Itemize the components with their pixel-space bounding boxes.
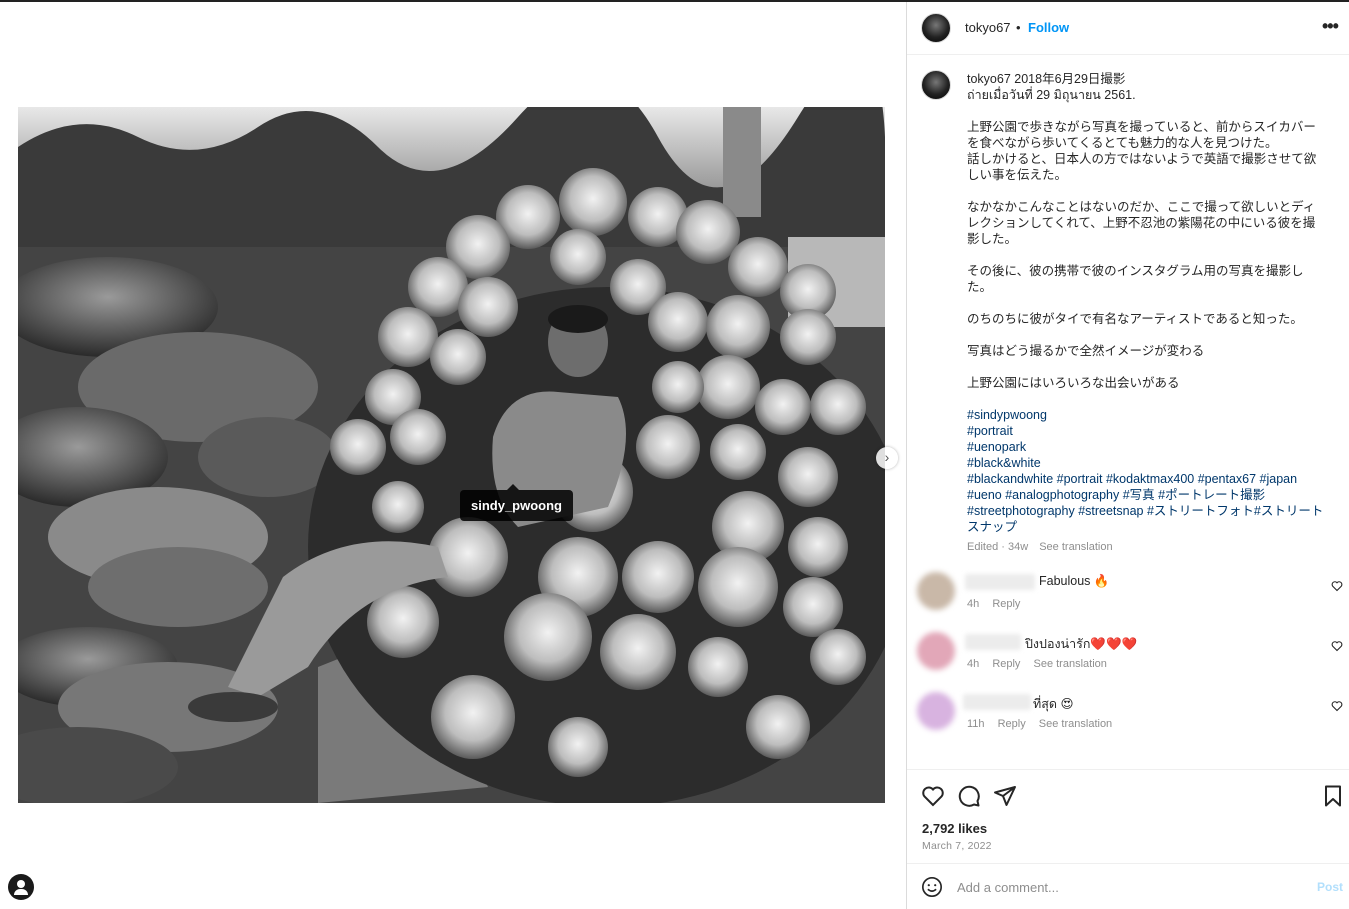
- user-tags-icon[interactable]: [8, 874, 34, 900]
- comment-see-translation[interactable]: See translation: [1034, 658, 1107, 670]
- caption-author-avatar[interactable]: [921, 70, 951, 100]
- post-photo[interactable]: sindy_pwoong: [18, 107, 885, 803]
- comment-text: ที่สุด 😍: [1033, 697, 1074, 711]
- comment-bubble-icon[interactable]: [957, 784, 981, 808]
- comment-meta: 11h Reply See translation: [967, 718, 1122, 730]
- comment-like-heart-icon[interactable]: [1331, 580, 1343, 592]
- caption: tokyo67 2018年6月29日撮影 ถ่ายเมื่อวันที่ 29 …: [967, 71, 1327, 555]
- comment-text: ปิงปองน่ารัก❤️❤️❤️: [1025, 637, 1138, 651]
- add-comment-input[interactable]: [957, 876, 1297, 898]
- comment-reply-button[interactable]: Reply: [992, 658, 1020, 670]
- comment-time: 4h: [967, 658, 980, 670]
- comment-time: 11h: [967, 718, 985, 730]
- caption-see-translation[interactable]: See translation: [1039, 541, 1112, 553]
- emoji-smile-icon[interactable]: [921, 876, 943, 898]
- commenter-username-blurred[interactable]: [965, 574, 1035, 590]
- comment-see-translation[interactable]: See translation: [1039, 718, 1112, 730]
- heart-icon[interactable]: [921, 784, 945, 808]
- caption-username[interactable]: tokyo67: [967, 72, 1011, 86]
- share-paper-plane-icon[interactable]: [993, 784, 1017, 808]
- comment-item: ปิงปองน่ารัก❤️❤️❤️ 4h Reply See translat…: [907, 628, 1349, 686]
- comment-item: ที่สุด 😍 11h Reply See translation: [907, 688, 1349, 746]
- post-date: March 7, 2022: [922, 840, 992, 852]
- media-pane: sindy_pwoong ›: [0, 2, 906, 909]
- caption-line: ถ่ายเมื่อวันที่ 29 มิถุนายน 2561.: [967, 88, 1136, 102]
- commenter-avatar[interactable]: [917, 572, 955, 610]
- comment-meta: 4h Reply See translation: [967, 658, 1117, 670]
- post-header: tokyo67 • Follow •••: [907, 2, 1349, 55]
- caption-hashtags[interactable]: #sindypwoong #portrait #uenopark #black&…: [967, 408, 1323, 534]
- caption-line: なかなかこんなことはないのだか、ここで撮って欲しいとディレクションしてくれて、上…: [967, 200, 1316, 246]
- caption-meta: Edited · 34w See translation: [967, 539, 1327, 555]
- more-options-icon[interactable]: •••: [1322, 16, 1339, 37]
- caption-line: 2018年6月29日撮影: [1014, 72, 1126, 86]
- header-separator: •: [1016, 20, 1021, 35]
- caption-edited-time: Edited · 34w: [967, 541, 1029, 553]
- commenter-username-blurred[interactable]: [965, 634, 1021, 650]
- post-actions: 2,792 likes March 7, 2022 Post: [907, 769, 1349, 909]
- comments-section: tokyo67 2018年6月29日撮影 ถ่ายเมื่อวันที่ 29 …: [907, 56, 1349, 767]
- post-comment-button[interactable]: Post: [1317, 880, 1343, 894]
- photo-user-tag[interactable]: sindy_pwoong: [460, 484, 573, 521]
- next-arrow-button[interactable]: ›: [876, 447, 898, 469]
- caption-text: tokyo67 2018年6月29日撮影 ถ่ายเมื่อวันที่ 29 …: [967, 71, 1327, 535]
- comment-meta: 4h Reply: [967, 598, 1030, 610]
- follow-button[interactable]: Follow: [1028, 20, 1069, 35]
- commenter-username-blurred[interactable]: [963, 694, 1031, 710]
- author-username[interactable]: tokyo67: [965, 20, 1011, 35]
- comment-time: 4h: [967, 598, 980, 610]
- comment-like-heart-icon[interactable]: [1331, 700, 1343, 712]
- comment-reply-button[interactable]: Reply: [998, 718, 1026, 730]
- comment-text: Fabulous 🔥: [1039, 574, 1110, 588]
- comment-item: Fabulous 🔥 4h Reply: [907, 568, 1349, 626]
- author-avatar[interactable]: [921, 13, 951, 43]
- caption-line: 話しかけると、日本人の方ではないようで英語で撮影させて欲しい事を伝えた。: [967, 152, 1317, 182]
- caption-line: のちのちに彼がタイで有名なアーティストであると知った。: [967, 312, 1303, 326]
- caption-line: 上野公園にはいろいろな出会いがある: [967, 376, 1180, 390]
- caption-line: 上野公園で歩きながら写真を撮っていると、前からスイカバーを食べながら歩いてくると…: [967, 120, 1316, 150]
- caption-line: 写真はどう撮るかで全然イメージが変わる: [967, 344, 1205, 358]
- bookmark-icon[interactable]: [1321, 784, 1345, 808]
- caption-line: その後に、彼の携帯で彼のインスタグラム用の写真を撮影した。: [967, 264, 1304, 294]
- photo-image: [18, 107, 885, 803]
- likes-count[interactable]: 2,792 likes: [922, 821, 987, 836]
- commenter-avatar[interactable]: [917, 632, 955, 670]
- add-comment-bar: Post: [907, 863, 1349, 909]
- comment-reply-button[interactable]: Reply: [992, 598, 1020, 610]
- post-sidebar: tokyo67 • Follow ••• tokyo67 2018年6月29日撮…: [906, 2, 1349, 909]
- comment-like-heart-icon[interactable]: [1331, 640, 1343, 652]
- commenter-avatar[interactable]: [917, 692, 955, 730]
